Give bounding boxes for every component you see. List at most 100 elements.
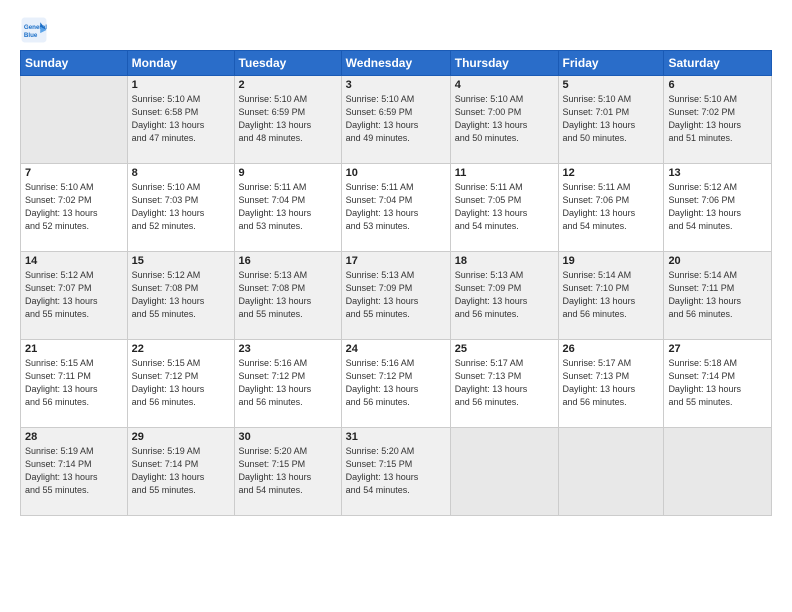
day-info: Sunrise: 5:11 AM Sunset: 7:05 PM Dayligh… xyxy=(455,181,554,233)
day-info: Sunrise: 5:11 AM Sunset: 7:04 PM Dayligh… xyxy=(346,181,446,233)
calendar-cell: 24 Sunrise: 5:16 AM Sunset: 7:12 PM Dayli… xyxy=(341,340,450,428)
calendar-cell: 11 Sunrise: 5:11 AM Sunset: 7:05 PM Dayli… xyxy=(450,164,558,252)
day-info: Sunrise: 5:10 AM Sunset: 7:01 PM Dayligh… xyxy=(563,93,660,145)
day-number: 26 xyxy=(563,343,660,355)
weekday-header-saturday: Saturday xyxy=(664,51,772,76)
day-info: Sunrise: 5:20 AM Sunset: 7:15 PM Dayligh… xyxy=(346,445,446,497)
day-info: Sunrise: 5:15 AM Sunset: 7:12 PM Dayligh… xyxy=(132,357,230,409)
day-number: 15 xyxy=(132,255,230,267)
calendar-cell: 21 Sunrise: 5:15 AM Sunset: 7:11 PM Dayli… xyxy=(21,340,128,428)
day-number: 14 xyxy=(25,255,123,267)
day-number: 23 xyxy=(239,343,337,355)
day-info: Sunrise: 5:10 AM Sunset: 6:58 PM Dayligh… xyxy=(132,93,230,145)
day-number: 10 xyxy=(346,167,446,179)
day-number: 6 xyxy=(668,79,767,91)
calendar-cell xyxy=(450,428,558,516)
calendar-cell: 30 Sunrise: 5:20 AM Sunset: 7:15 PM Dayli… xyxy=(234,428,341,516)
day-number: 16 xyxy=(239,255,337,267)
calendar-week-2: 7 Sunrise: 5:10 AM Sunset: 7:02 PM Daylig… xyxy=(21,164,772,252)
calendar-cell: 23 Sunrise: 5:16 AM Sunset: 7:12 PM Dayli… xyxy=(234,340,341,428)
calendar-cell xyxy=(558,428,664,516)
day-info: Sunrise: 5:15 AM Sunset: 7:11 PM Dayligh… xyxy=(25,357,123,409)
day-number: 2 xyxy=(239,79,337,91)
day-info: Sunrise: 5:10 AM Sunset: 7:03 PM Dayligh… xyxy=(132,181,230,233)
calendar-cell: 5 Sunrise: 5:10 AM Sunset: 7:01 PM Daylig… xyxy=(558,76,664,164)
day-number: 22 xyxy=(132,343,230,355)
calendar-cell: 27 Sunrise: 5:18 AM Sunset: 7:14 PM Dayli… xyxy=(664,340,772,428)
calendar-cell: 15 Sunrise: 5:12 AM Sunset: 7:08 PM Dayli… xyxy=(127,252,234,340)
day-number: 11 xyxy=(455,167,554,179)
weekday-header-sunday: Sunday xyxy=(21,51,128,76)
calendar-table: SundayMondayTuesdayWednesdayThursdayFrid… xyxy=(20,50,772,516)
day-number: 12 xyxy=(563,167,660,179)
calendar-cell: 18 Sunrise: 5:13 AM Sunset: 7:09 PM Dayli… xyxy=(450,252,558,340)
day-number: 31 xyxy=(346,431,446,443)
day-number: 21 xyxy=(25,343,123,355)
weekday-header-tuesday: Tuesday xyxy=(234,51,341,76)
calendar-cell: 7 Sunrise: 5:10 AM Sunset: 7:02 PM Daylig… xyxy=(21,164,128,252)
page: General Blue SundayMondayTuesdayWednesda… xyxy=(0,0,792,612)
calendar-week-3: 14Sunrise: 5:12 AM Sunset: 7:07 PM Dayli… xyxy=(21,252,772,340)
calendar-week-4: 21 Sunrise: 5:15 AM Sunset: 7:11 PM Dayli… xyxy=(21,340,772,428)
calendar-cell: 20Sunrise: 5:14 AM Sunset: 7:11 PM Dayli… xyxy=(664,252,772,340)
calendar-cell: 29Sunrise: 5:19 AM Sunset: 7:14 PM Dayli… xyxy=(127,428,234,516)
calendar-cell: 8 Sunrise: 5:10 AM Sunset: 7:03 PM Daylig… xyxy=(127,164,234,252)
day-info: Sunrise: 5:16 AM Sunset: 7:12 PM Dayligh… xyxy=(239,357,337,409)
calendar-cell: 3 Sunrise: 5:10 AM Sunset: 6:59 PM Daylig… xyxy=(341,76,450,164)
day-info: Sunrise: 5:18 AM Sunset: 7:14 PM Dayligh… xyxy=(668,357,767,409)
calendar-cell: 4Sunrise: 5:10 AM Sunset: 7:00 PM Daylig… xyxy=(450,76,558,164)
day-number: 19 xyxy=(563,255,660,267)
day-info: Sunrise: 5:10 AM Sunset: 7:02 PM Dayligh… xyxy=(25,181,123,233)
day-info: Sunrise: 5:11 AM Sunset: 7:04 PM Dayligh… xyxy=(239,181,337,233)
day-info: Sunrise: 5:13 AM Sunset: 7:09 PM Dayligh… xyxy=(346,269,446,321)
calendar-cell: 10 Sunrise: 5:11 AM Sunset: 7:04 PM Dayli… xyxy=(341,164,450,252)
svg-text:Blue: Blue xyxy=(24,32,38,39)
calendar-cell: 28Sunrise: 5:19 AM Sunset: 7:14 PM Dayli… xyxy=(21,428,128,516)
calendar-cell: 14Sunrise: 5:12 AM Sunset: 7:07 PM Dayli… xyxy=(21,252,128,340)
day-info: Sunrise: 5:10 AM Sunset: 6:59 PM Dayligh… xyxy=(239,93,337,145)
day-number: 8 xyxy=(132,167,230,179)
calendar-cell: 22 Sunrise: 5:15 AM Sunset: 7:12 PM Dayli… xyxy=(127,340,234,428)
day-number: 30 xyxy=(239,431,337,443)
day-info: Sunrise: 5:16 AM Sunset: 7:12 PM Dayligh… xyxy=(346,357,446,409)
calendar-cell: 13 Sunrise: 5:12 AM Sunset: 7:06 PM Dayli… xyxy=(664,164,772,252)
day-info: Sunrise: 5:12 AM Sunset: 7:08 PM Dayligh… xyxy=(132,269,230,321)
day-info: Sunrise: 5:13 AM Sunset: 7:08 PM Dayligh… xyxy=(239,269,337,321)
day-number: 18 xyxy=(455,255,554,267)
calendar-cell: 17Sunrise: 5:13 AM Sunset: 7:09 PM Dayli… xyxy=(341,252,450,340)
calendar-cell xyxy=(664,428,772,516)
day-number: 27 xyxy=(668,343,767,355)
day-number: 24 xyxy=(346,343,446,355)
day-info: Sunrise: 5:17 AM Sunset: 7:13 PM Dayligh… xyxy=(563,357,660,409)
calendar-cell: 2 Sunrise: 5:10 AM Sunset: 6:59 PM Daylig… xyxy=(234,76,341,164)
day-number: 13 xyxy=(668,167,767,179)
day-info: Sunrise: 5:12 AM Sunset: 7:06 PM Dayligh… xyxy=(668,181,767,233)
day-info: Sunrise: 5:10 AM Sunset: 7:02 PM Dayligh… xyxy=(668,93,767,145)
day-info: Sunrise: 5:14 AM Sunset: 7:11 PM Dayligh… xyxy=(668,269,767,321)
calendar-cell: 19Sunrise: 5:14 AM Sunset: 7:10 PM Dayli… xyxy=(558,252,664,340)
calendar-cell: 9 Sunrise: 5:11 AM Sunset: 7:04 PM Daylig… xyxy=(234,164,341,252)
day-number: 7 xyxy=(25,167,123,179)
day-info: Sunrise: 5:20 AM Sunset: 7:15 PM Dayligh… xyxy=(239,445,337,497)
header: General Blue xyxy=(20,16,772,44)
day-number: 28 xyxy=(25,431,123,443)
day-info: Sunrise: 5:10 AM Sunset: 6:59 PM Dayligh… xyxy=(346,93,446,145)
calendar-cell: 1 Sunrise: 5:10 AM Sunset: 6:58 PM Daylig… xyxy=(127,76,234,164)
day-number: 5 xyxy=(563,79,660,91)
weekday-header-thursday: Thursday xyxy=(450,51,558,76)
weekday-header-row: SundayMondayTuesdayWednesdayThursdayFrid… xyxy=(21,51,772,76)
day-info: Sunrise: 5:10 AM Sunset: 7:00 PM Dayligh… xyxy=(455,93,554,145)
weekday-header-wednesday: Wednesday xyxy=(341,51,450,76)
day-info: Sunrise: 5:17 AM Sunset: 7:13 PM Dayligh… xyxy=(455,357,554,409)
logo-icon: General Blue xyxy=(20,16,48,44)
calendar-week-1: 1 Sunrise: 5:10 AM Sunset: 6:58 PM Daylig… xyxy=(21,76,772,164)
calendar-cell: 6 Sunrise: 5:10 AM Sunset: 7:02 PM Daylig… xyxy=(664,76,772,164)
weekday-header-friday: Friday xyxy=(558,51,664,76)
calendar-cell: 16 Sunrise: 5:13 AM Sunset: 7:08 PM Dayli… xyxy=(234,252,341,340)
day-number: 1 xyxy=(132,79,230,91)
day-number: 25 xyxy=(455,343,554,355)
calendar-cell: 25 Sunrise: 5:17 AM Sunset: 7:13 PM Dayli… xyxy=(450,340,558,428)
day-number: 9 xyxy=(239,167,337,179)
day-number: 3 xyxy=(346,79,446,91)
day-info: Sunrise: 5:13 AM Sunset: 7:09 PM Dayligh… xyxy=(455,269,554,321)
